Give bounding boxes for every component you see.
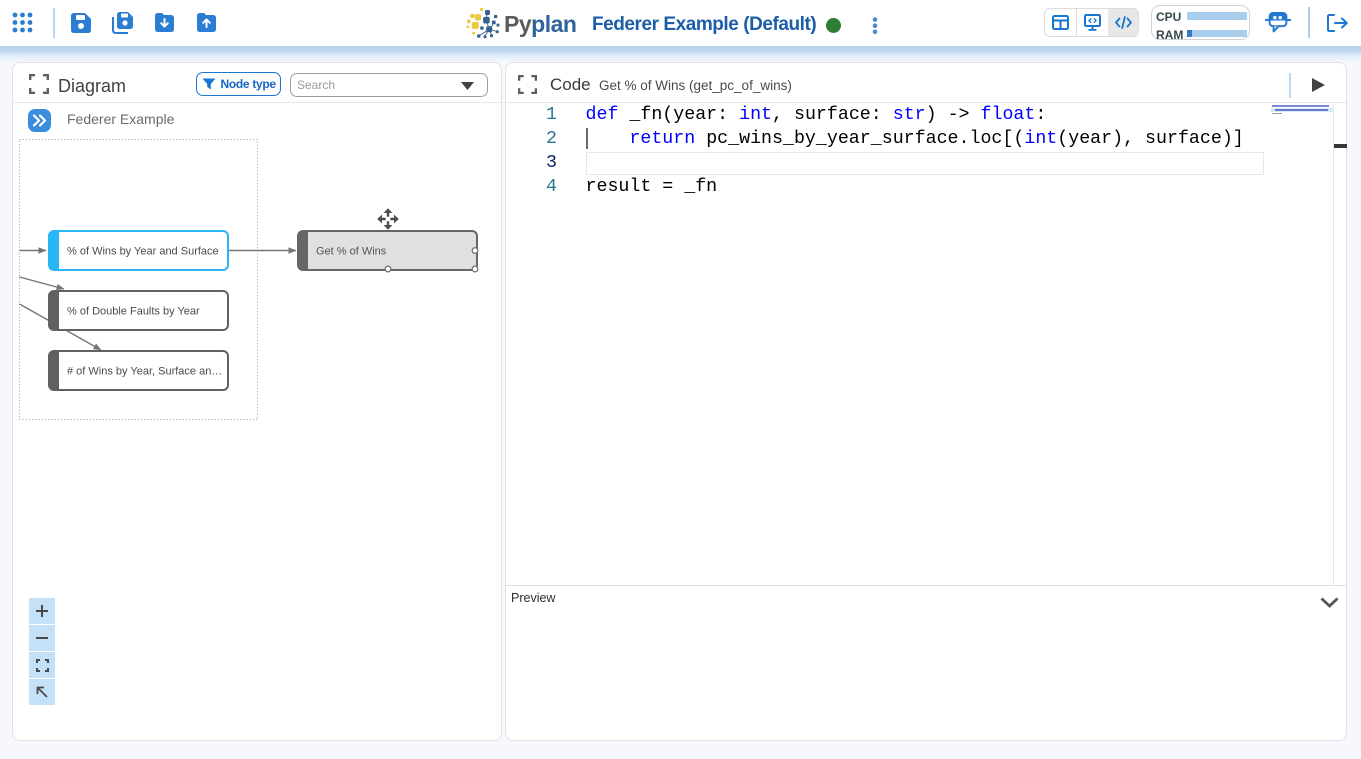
svg-text:Get % of Wins: Get % of Wins (316, 246, 387, 258)
svg-text:% of Wins by Year and Surface: % of Wins by Year and Surface (67, 246, 219, 258)
svg-text:# of Wins by Year, Surface an…: # of Wins by Year, Surface an… (67, 366, 222, 378)
svg-text:% of Double Faults by Year: % of Double Faults by Year (67, 306, 200, 318)
